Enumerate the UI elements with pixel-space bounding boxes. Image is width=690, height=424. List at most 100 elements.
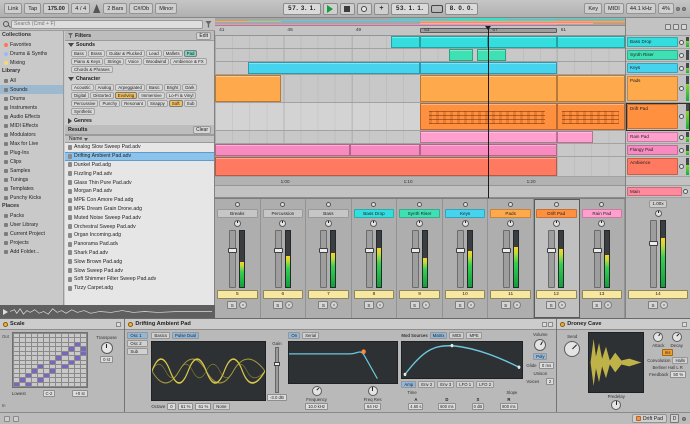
- pan-knob[interactable]: [324, 220, 332, 227]
- scale-cell[interactable]: [74, 382, 80, 386]
- scale-cell[interactable]: [80, 369, 86, 373]
- scale-cell[interactable]: [50, 369, 56, 373]
- env-tab-env-2[interactable]: Env 2: [418, 381, 436, 388]
- monitor-icon[interactable]: [599, 202, 605, 207]
- filter-tag-guitar-plucked[interactable]: Guitar & Plucked: [106, 50, 145, 57]
- filter-tag-snappy[interactable]: Snappy: [146, 100, 168, 107]
- scale-cell[interactable]: [13, 382, 19, 386]
- send-knob[interactable]: [564, 341, 581, 357]
- volume-fader[interactable]: [501, 230, 511, 288]
- sidebar-item-packs[interactable]: Packs: [0, 211, 63, 220]
- monitor-icon[interactable]: [234, 202, 240, 207]
- loop-length-display[interactable]: 8. 0. 0.: [444, 2, 479, 15]
- scale-cell[interactable]: [50, 338, 56, 342]
- track-lane-synth-riser[interactable]: [215, 49, 625, 62]
- volume-fader[interactable]: [592, 230, 602, 288]
- attack-knob[interactable]: [653, 332, 664, 342]
- sidebar-item-clips[interactable]: Clips: [0, 157, 63, 166]
- scale-cell[interactable]: [56, 342, 62, 347]
- result-item[interactable]: Muted Noise Sweep Pad.adv: [65, 213, 214, 222]
- scale-cell[interactable]: [19, 342, 25, 347]
- scale-cell[interactable]: [50, 364, 56, 369]
- scale-cell[interactable]: [62, 347, 68, 351]
- filter-tag-evolving[interactable]: Evolving: [114, 92, 138, 99]
- scale-title-bar[interactable]: Scale: [0, 319, 125, 330]
- shape-mod-source-select[interactable]: None: [213, 403, 230, 410]
- monitor-icon[interactable]: [371, 202, 377, 207]
- scale-cell[interactable]: [50, 382, 56, 386]
- tab-sub[interactable]: Sub: [127, 348, 149, 355]
- env-tab-amp[interactable]: Amp: [401, 381, 417, 388]
- track-header-flangy-pad[interactable]: Flangy Pad: [626, 144, 690, 157]
- scale-cell[interactable]: [62, 351, 68, 356]
- solo-button[interactable]: S: [272, 301, 283, 309]
- sidebar-item-current-project[interactable]: Current Project: [0, 229, 63, 238]
- monitor-icon[interactable]: [508, 202, 514, 207]
- clip[interactable]: [556, 131, 594, 143]
- sidebar-item-plug-ins[interactable]: Plug-Ins: [0, 148, 63, 157]
- scale-cell[interactable]: [25, 364, 31, 369]
- time-ruler[interactable]: 1:00 1:10 1:20: [215, 177, 625, 186]
- sidebar-item-drums[interactable]: Drums: [0, 94, 63, 103]
- filter-tag-acoustic[interactable]: Acoustic: [71, 84, 94, 91]
- scale-cell[interactable]: [62, 360, 68, 364]
- scale-cell[interactable]: [68, 338, 74, 342]
- filter-tag-synthetic[interactable]: Synthetic: [71, 108, 96, 115]
- clip[interactable]: [215, 144, 351, 156]
- filter-tag-arpeggiated[interactable]: Arpeggiated: [115, 84, 145, 91]
- scale-cell[interactable]: [74, 360, 80, 364]
- clip[interactable]: [391, 36, 420, 48]
- tempo-display[interactable]: 175.00: [43, 3, 70, 14]
- filter-on-toggle[interactable]: On: [288, 332, 301, 339]
- scale-cell[interactable]: [13, 334, 19, 338]
- scale-cell[interactable]: [32, 382, 38, 386]
- voices-value[interactable]: 2: [545, 378, 555, 385]
- solo-button[interactable]: S: [455, 301, 466, 309]
- clip[interactable]: [556, 36, 625, 48]
- pan-knob[interactable]: [279, 220, 287, 227]
- scale-cell[interactable]: [19, 364, 25, 369]
- scale-cell[interactable]: [38, 378, 44, 382]
- scale-cell[interactable]: [13, 347, 19, 351]
- scale-cell[interactable]: [38, 338, 44, 342]
- pan-knob[interactable]: [416, 220, 424, 227]
- scale-cell[interactable]: [80, 378, 86, 382]
- scale-cell[interactable]: [80, 382, 86, 386]
- scale-cell[interactable]: [80, 360, 86, 364]
- env-tab-lfo-1[interactable]: LFO 1: [456, 381, 475, 388]
- scale-cell[interactable]: [56, 373, 62, 378]
- filter-tag-digital[interactable]: Digital: [71, 92, 90, 99]
- filter-res-value[interactable]: 64 Hz: [363, 403, 382, 410]
- scale-cell[interactable]: [13, 356, 19, 360]
- result-item[interactable]: Organ Incoming.adg: [65, 231, 214, 240]
- arm-button[interactable]: [512, 301, 521, 309]
- scale-cell[interactable]: [13, 364, 19, 369]
- scale-cell[interactable]: [74, 373, 80, 378]
- env-stage-r[interactable]: R 800 ms: [494, 397, 523, 410]
- scale-cell[interactable]: [62, 373, 68, 378]
- scale-cell[interactable]: [38, 360, 44, 364]
- scale-cell[interactable]: [50, 373, 56, 378]
- scale-cell[interactable]: [13, 378, 19, 382]
- filter-res-knob[interactable]: [367, 386, 378, 396]
- scale-cell[interactable]: [38, 342, 44, 347]
- result-item[interactable]: Slow Sweep Pad.adv: [65, 266, 214, 275]
- scale-cell[interactable]: [13, 338, 19, 342]
- track-header-main[interactable]: Main: [626, 186, 690, 198]
- track-header-keys[interactable]: Keys: [626, 62, 690, 75]
- volume-fader[interactable]: [456, 230, 466, 288]
- track-activator[interactable]: 13: [581, 290, 623, 299]
- sidebar-item-favorites[interactable]: Favorites: [0, 40, 63, 49]
- sidebar-item-midi-effects[interactable]: MIDI Effects: [0, 121, 63, 130]
- envelope-display[interactable]: [401, 341, 524, 379]
- track-circle-button[interactable]: [679, 147, 684, 153]
- filter-tag-pad[interactable]: Pad: [183, 50, 198, 57]
- pan-knob[interactable]: [370, 220, 378, 227]
- scale-cell[interactable]: [80, 334, 86, 338]
- io-toggle-icon[interactable]: [665, 23, 671, 30]
- scale-cell[interactable]: [38, 369, 44, 373]
- track-activator[interactable]: 9: [399, 290, 440, 299]
- scale-cell[interactable]: [25, 347, 31, 351]
- result-item[interactable]: Tizzy Carpet.adg: [65, 284, 214, 293]
- scale-cell[interactable]: [44, 378, 50, 382]
